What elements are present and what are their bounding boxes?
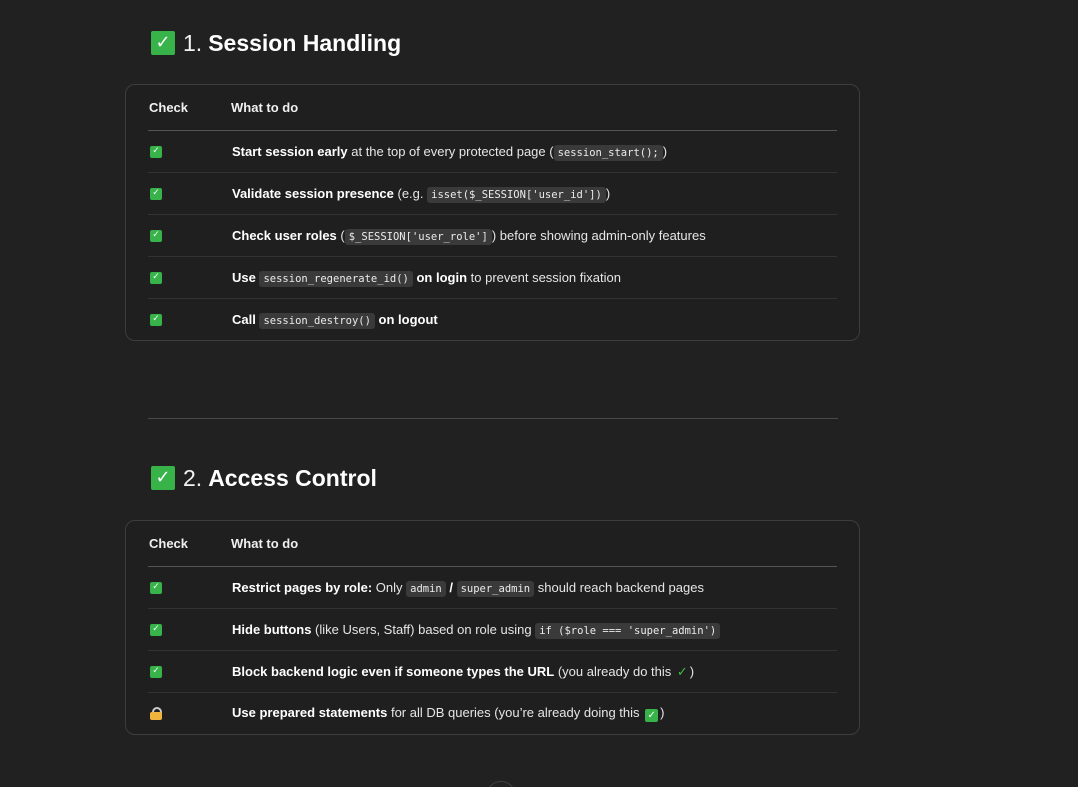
section-number: 1.	[183, 30, 203, 56]
row-text: Restrict pages by role: Only admin / sup…	[232, 580, 837, 597]
row-text-part: to prevent session fixation	[467, 270, 621, 285]
row-text-part: (	[336, 228, 345, 243]
header-what-to-do: What to do	[231, 536, 299, 551]
row-text: Check user roles ($_SESSION['user_role']…	[232, 228, 837, 245]
row-text-part: )	[660, 704, 665, 720]
access-control-table: Check What to do ✓ Restrict pages by rol…	[125, 520, 860, 735]
table-row: ✓ Start session early at the top of ever…	[148, 131, 837, 173]
section-title: Session Handling	[208, 30, 402, 56]
table-row: ✓ Check user roles ($_SESSION['user_role…	[148, 215, 837, 257]
table-row: Use prepared statements for all DB queri…	[148, 693, 837, 734]
inline-code: if ($role === 'super_admin')	[535, 623, 721, 639]
check-mark-icon: ✓	[150, 313, 162, 326]
row-bold: Validate session presence	[232, 186, 394, 201]
table-row: ✓ Use session_regenerate_id() on login t…	[148, 257, 837, 299]
table-row: ✓ Restrict pages by role: Only admin / s…	[148, 567, 837, 609]
row-text-part: (you already do this	[554, 663, 675, 679]
header-what-to-do: What to do	[231, 100, 299, 115]
table-row: ✓ Block backend logic even if someone ty…	[148, 651, 837, 693]
table-row: ✓ Call session_destroy() on logout	[148, 299, 837, 340]
row-bold: Start session early	[232, 144, 348, 159]
scroll-to-bottom-button[interactable]	[486, 781, 516, 787]
header-check: Check	[149, 100, 189, 115]
inline-code: super_admin	[456, 581, 535, 597]
table-header: Check What to do	[148, 521, 837, 567]
section-heading-session-handling: ✓ 1. Session Handling	[151, 29, 401, 57]
row-text: Use prepared statements for all DB queri…	[232, 705, 837, 723]
row-bold: Hide buttons	[232, 622, 312, 637]
row-text-part: )	[662, 144, 668, 159]
check-mark-icon: ✓	[150, 581, 162, 594]
row-text: Hide buttons (like Users, Staff) based o…	[232, 622, 837, 639]
inline-code: session_regenerate_id()	[259, 271, 413, 287]
check-mark-icon: ✓	[150, 665, 162, 678]
row-text-part: (e.g.	[393, 186, 428, 201]
check-mark-icon: ✓	[150, 623, 162, 636]
check-mark-icon: ✓	[150, 187, 162, 200]
row-text-part: (like Users, Staff) based on role using	[311, 622, 536, 637]
table-row: ✓ Hide buttons (like Users, Staff) based…	[148, 609, 837, 651]
check-mark-icon: ✓	[150, 229, 162, 242]
inline-code: session_destroy()	[259, 313, 375, 329]
row-bold: Restrict pages by role:	[232, 580, 373, 595]
row-text: Start session early at the top of every …	[232, 144, 837, 161]
section-title: Access Control	[208, 465, 377, 491]
row-bold: on logout	[374, 312, 438, 327]
check-mark-icon: ✓	[150, 145, 162, 158]
row-bold: Use	[232, 270, 260, 285]
inline-code: $_SESSION['user_role']	[344, 229, 492, 245]
row-bold: Block backend logic even if someone type…	[232, 663, 555, 679]
header-check: Check	[149, 536, 189, 551]
row-text: Validate session presence (e.g. isset($_…	[232, 186, 837, 203]
row-text-part: ) before showing admin-only features	[491, 228, 706, 243]
check-mark-icon: ✓	[150, 271, 162, 284]
check-mark-icon: ✓	[151, 466, 175, 490]
row-text-part: )	[689, 663, 695, 679]
row-text-part: Only	[372, 580, 407, 595]
section-heading-access-control: ✓ 2. Access Control	[151, 464, 377, 492]
row-text-part: at the top of every protected page (	[347, 144, 554, 159]
row-bold: Call	[232, 312, 260, 327]
check-mark-icon: ✓	[645, 709, 659, 723]
row-text-part: )	[605, 186, 611, 201]
inline-code: admin	[406, 581, 446, 597]
check-mark-icon: ✓	[676, 664, 688, 680]
row-bold: /	[445, 580, 457, 595]
session-handling-table: Check What to do ✓ Start session early a…	[125, 84, 860, 341]
horizontal-rule	[148, 418, 838, 419]
row-text: Block backend logic even if someone type…	[232, 664, 837, 680]
row-text-part: for all DB queries (you’re already doing…	[387, 704, 644, 720]
table-row: ✓ Validate session presence (e.g. isset(…	[148, 173, 837, 215]
row-text: Use session_regenerate_id() on login to …	[232, 270, 837, 287]
lock-icon	[150, 707, 162, 720]
chat-message-content: ✓ 1. Session Handling Check What to do ✓…	[0, 0, 1078, 787]
row-text-part: should reach backend pages	[534, 580, 704, 595]
table-header: Check What to do	[148, 85, 837, 131]
row-bold: Check user roles	[232, 228, 337, 243]
check-mark-icon: ✓	[151, 31, 175, 55]
inline-code: isset($_SESSION['user_id'])	[427, 187, 606, 203]
inline-code: session_start();	[553, 145, 663, 161]
section-number: 2.	[183, 465, 203, 491]
row-bold: Use prepared statements	[232, 704, 388, 720]
row-bold: on login	[412, 270, 468, 285]
row-text: Call session_destroy() on logout	[232, 312, 837, 329]
